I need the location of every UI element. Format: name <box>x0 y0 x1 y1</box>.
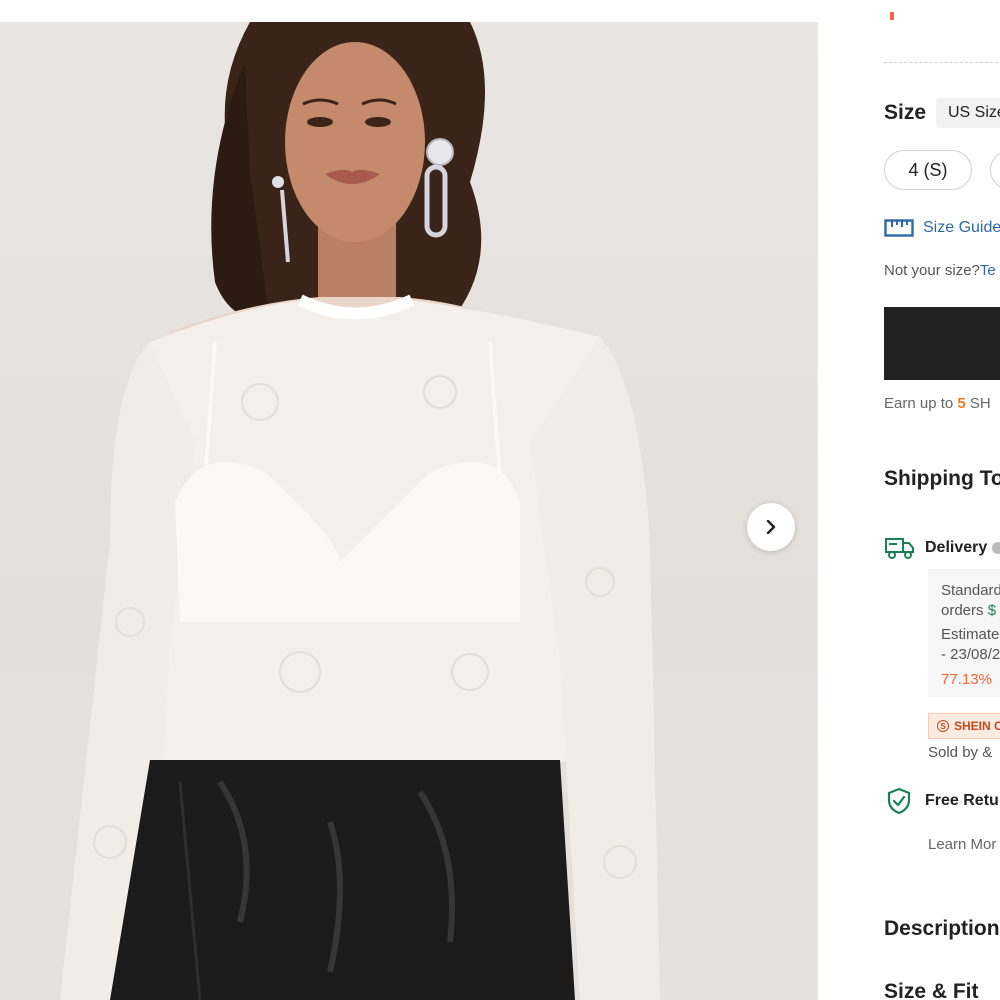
delivery-label: Delivery <box>925 539 988 556</box>
shein-badge: S SHEIN C <box>928 713 1000 739</box>
product-photo <box>60 22 660 1000</box>
product-details-pane: Size US Size 4 (S) Size Guide Not your s… <box>818 0 1000 1000</box>
shipping-threshold: orders $ <box>941 602 996 619</box>
learn-more-link[interactable]: Learn Mor <box>928 836 996 853</box>
estimated-label: Estimate <box>941 626 1000 643</box>
shipping-threshold-value: $ <box>987 602 997 619</box>
shipping-title: Shipping To <box>884 467 1000 490</box>
description-section-header[interactable]: Description <box>884 917 1000 941</box>
shield-check-icon <box>887 787 911 815</box>
section-divider <box>884 62 1000 63</box>
points-suffix: SH <box>965 395 991 412</box>
chevron-right-icon <box>766 520 776 534</box>
not-your-size: Not your size?Te <box>884 262 996 279</box>
size-option-next[interactable] <box>990 150 1000 190</box>
points-amount: 5 <box>957 395 966 412</box>
ruler-icon <box>884 219 914 237</box>
free-returns-label: Free Retu <box>925 792 999 809</box>
estimated-date: - 23/08/2 <box>941 646 1000 663</box>
product-image-gallery <box>0 22 817 1000</box>
delivery-row: Delivery <box>884 536 1000 560</box>
on-time-percent: 77.13% <box>941 671 992 688</box>
not-your-size-link[interactable]: Te <box>980 262 996 279</box>
size-option-4s[interactable]: 4 (S) <box>884 150 972 190</box>
size-guide-label: Size Guide <box>923 219 1000 236</box>
points-earn-text: Earn up to 5 SH <box>884 395 991 412</box>
price-fragment <box>890 12 894 20</box>
size-unit-dropdown[interactable]: US Size <box>936 98 1000 128</box>
truck-icon <box>885 538 914 559</box>
gallery-next-button[interactable] <box>747 503 795 551</box>
sold-by-text: Sold by & <box>928 744 993 761</box>
info-icon[interactable] <box>992 542 1000 554</box>
not-your-size-text: Not your size? <box>884 262 980 279</box>
shein-coin-icon: S <box>937 720 949 732</box>
free-returns-row: Free Retu <box>886 787 999 815</box>
shipping-method: Standard <box>941 582 1000 599</box>
shein-badge-text: SHEIN C <box>954 719 1000 733</box>
points-prefix: Earn up to <box>884 395 958 412</box>
size-guide-link[interactable]: Size Guide <box>884 219 1000 237</box>
add-to-cart-button[interactable] <box>884 307 1000 380</box>
size-fit-section-header[interactable]: Size & Fit <box>884 980 979 1000</box>
size-title: Size <box>884 101 927 124</box>
shipping-threshold-prefix: orders <box>941 602 988 619</box>
